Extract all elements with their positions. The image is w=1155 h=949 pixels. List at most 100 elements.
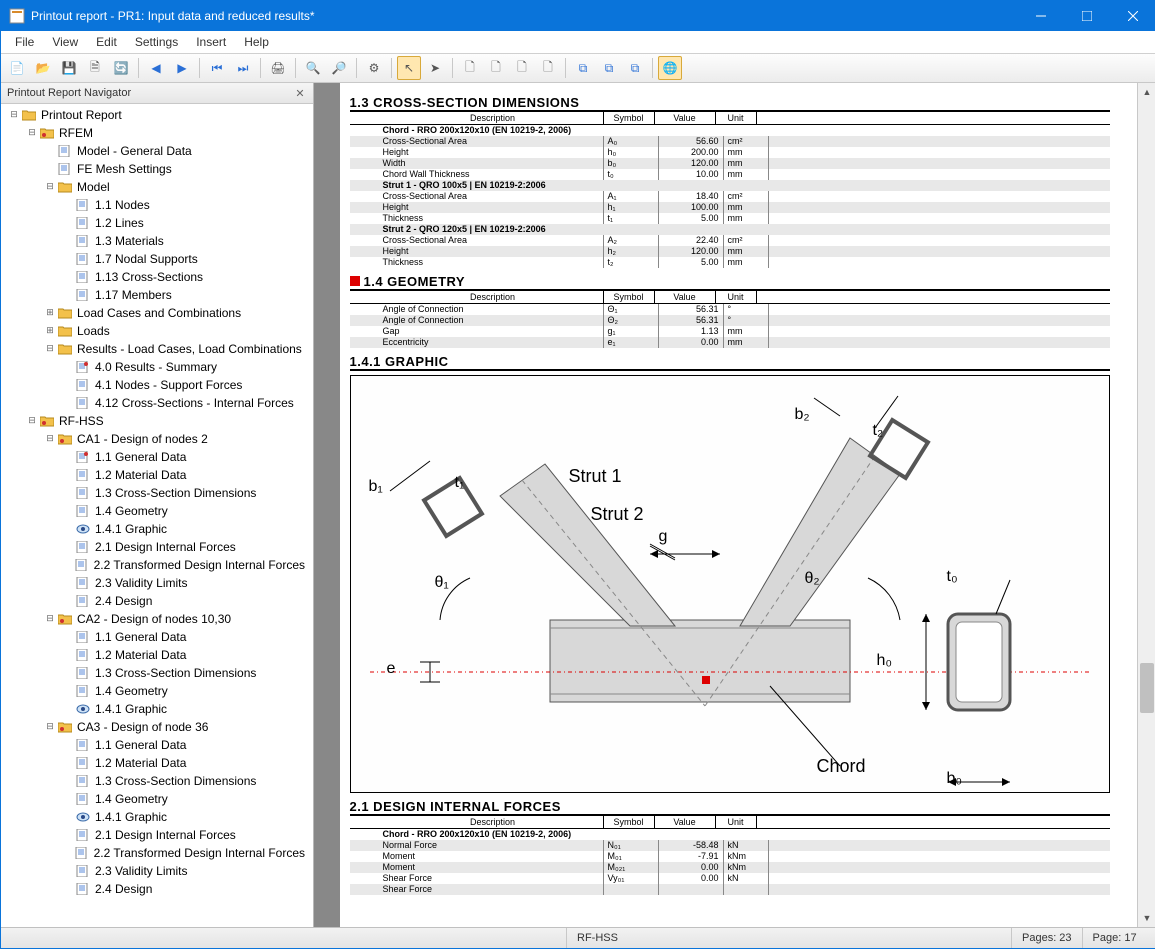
refresh-icon[interactable]: 🔄 xyxy=(109,56,133,80)
tree-toggle-icon[interactable]: ⊟ xyxy=(43,722,57,732)
tree-node[interactable]: 2.3 Validity Limits xyxy=(1,862,313,880)
label-theta1: θ₁ xyxy=(435,574,449,592)
zoom-out-icon[interactable]: 🔎 xyxy=(327,56,351,80)
doc1-icon[interactable]: 🗋 xyxy=(458,56,482,80)
tree-node[interactable]: 1.4.1 Graphic xyxy=(1,520,313,538)
tree-node[interactable]: 1.1 General Data xyxy=(1,448,313,466)
tree-node[interactable]: 4.1 Nodes - Support Forces xyxy=(1,376,313,394)
new-icon[interactable]: 📄 xyxy=(5,56,29,80)
tree-node[interactable]: 2.2 Transformed Design Internal Forces xyxy=(1,556,313,574)
tree-node[interactable]: 1.1 General Data xyxy=(1,628,313,646)
tree-view[interactable]: ⊟Printout Report⊟RFEMModel - General Dat… xyxy=(1,104,313,927)
tree-node[interactable]: ⊟RF-HSS xyxy=(1,412,313,430)
menubar: File View Edit Settings Insert Help xyxy=(1,31,1155,54)
doc-icon xyxy=(75,468,91,482)
tree-node[interactable]: 4.0 Results - Summary xyxy=(1,358,313,376)
doc-icon xyxy=(75,630,91,644)
menu-edit[interactable]: Edit xyxy=(88,33,125,51)
link1-icon[interactable]: ⧉ xyxy=(571,56,595,80)
next-icon[interactable]: ▶ xyxy=(170,56,194,80)
tree-toggle-icon[interactable]: ⊟ xyxy=(43,434,57,444)
tree-node[interactable]: ⊟RFEM xyxy=(1,124,313,142)
close-button[interactable] xyxy=(1110,1,1155,31)
vertical-scrollbar[interactable]: ▲ ▼ xyxy=(1137,83,1155,927)
prev-icon[interactable]: ◀ xyxy=(144,56,168,80)
tree-node[interactable]: ⊟Model xyxy=(1,178,313,196)
last-icon[interactable]: ⏭ xyxy=(231,56,255,80)
tree-node[interactable]: ⊟CA2 - Design of nodes 10,30 xyxy=(1,610,313,628)
tree-node[interactable]: 1.13 Cross-Sections xyxy=(1,268,313,286)
tree-node[interactable]: 2.2 Transformed Design Internal Forces xyxy=(1,844,313,862)
tree-node[interactable]: 2.4 Design xyxy=(1,592,313,610)
tree-node[interactable]: 1.3 Cross-Section Dimensions xyxy=(1,664,313,682)
tree-label: 4.12 Cross-Sections - Internal Forces xyxy=(93,396,296,410)
tree-node[interactable]: ⊞Loads xyxy=(1,322,313,340)
tree-node[interactable]: 1.4 Geometry xyxy=(1,682,313,700)
menu-file[interactable]: File xyxy=(7,33,42,51)
gear-icon[interactable]: ⚙ xyxy=(362,56,386,80)
tree-node[interactable]: 1.3 Materials xyxy=(1,232,313,250)
tree-node[interactable]: 2.4 Design xyxy=(1,880,313,898)
tree-node[interactable]: 1.2 Lines xyxy=(1,214,313,232)
tree-node[interactable]: 1.4 Geometry xyxy=(1,790,313,808)
maximize-button[interactable] xyxy=(1064,1,1110,31)
tree-node[interactable]: 1.4 Geometry xyxy=(1,502,313,520)
select-icon[interactable]: ↖ xyxy=(397,56,421,80)
menu-insert[interactable]: Insert xyxy=(188,33,234,51)
tree-toggle-icon[interactable]: ⊞ xyxy=(43,326,57,336)
tree-node[interactable]: 2.3 Validity Limits xyxy=(1,574,313,592)
tree-node[interactable]: 1.3 Cross-Section Dimensions xyxy=(1,772,313,790)
tree-node[interactable]: ⊟Printout Report xyxy=(1,106,313,124)
scrollbar-thumb[interactable] xyxy=(1140,663,1154,713)
tree-node[interactable]: FE Mesh Settings xyxy=(1,160,313,178)
doc4-icon[interactable]: 🗋 xyxy=(536,56,560,80)
tree-toggle-icon[interactable]: ⊞ xyxy=(43,308,57,318)
tree-node[interactable]: 1.3 Cross-Section Dimensions xyxy=(1,484,313,502)
tree-toggle-icon[interactable]: ⊟ xyxy=(7,110,21,120)
first-icon[interactable]: ⏮ xyxy=(205,56,229,80)
menu-settings[interactable]: Settings xyxy=(127,33,186,51)
tree-node[interactable]: Model - General Data xyxy=(1,142,313,160)
save-icon[interactable]: 💾 xyxy=(57,56,81,80)
tree-toggle-icon[interactable]: ⊟ xyxy=(43,344,57,354)
tree-node[interactable]: 1.2 Material Data xyxy=(1,466,313,484)
tree-node[interactable]: 1.4.1 Graphic xyxy=(1,700,313,718)
tree-label: FE Mesh Settings xyxy=(75,162,174,176)
globe-icon[interactable]: 🌐 xyxy=(658,56,682,80)
doc2-icon[interactable]: 🗋 xyxy=(484,56,508,80)
scroll-down-icon[interactable]: ▼ xyxy=(1138,909,1155,927)
tree-node[interactable]: ⊟Results - Load Cases, Load Combinations xyxy=(1,340,313,358)
tree-node[interactable]: 1.7 Nodal Supports xyxy=(1,250,313,268)
tree-node[interactable]: 2.1 Design Internal Forces xyxy=(1,826,313,844)
link3-icon[interactable]: ⧉ xyxy=(623,56,647,80)
tree-label: 4.1 Nodes - Support Forces xyxy=(93,378,244,392)
zoom-in-icon[interactable]: 🔍 xyxy=(301,56,325,80)
export-icon[interactable]: 🗎 xyxy=(83,56,107,80)
print-icon[interactable]: 🖨 xyxy=(266,56,290,80)
tree-node[interactable]: ⊟CA1 - Design of nodes 2 xyxy=(1,430,313,448)
tree-node[interactable]: 1.17 Members xyxy=(1,286,313,304)
titlebar: Printout report - PR1: Input data and re… xyxy=(1,1,1155,31)
tree-toggle-icon[interactable]: ⊟ xyxy=(25,416,39,426)
scroll-up-icon[interactable]: ▲ xyxy=(1138,83,1155,101)
open-icon[interactable]: 📂 xyxy=(31,56,55,80)
tree-node[interactable]: ⊞Load Cases and Combinations xyxy=(1,304,313,322)
link2-icon[interactable]: ⧉ xyxy=(597,56,621,80)
tree-toggle-icon[interactable]: ⊟ xyxy=(25,128,39,138)
pointer-icon[interactable]: ➤ xyxy=(423,56,447,80)
tree-node[interactable]: 4.12 Cross-Sections - Internal Forces xyxy=(1,394,313,412)
tree-node[interactable]: 1.4.1 Graphic xyxy=(1,808,313,826)
tree-node[interactable]: 1.2 Material Data xyxy=(1,754,313,772)
tree-node[interactable]: 1.1 General Data xyxy=(1,736,313,754)
minimize-button[interactable] xyxy=(1018,1,1064,31)
tree-node[interactable]: 1.2 Material Data xyxy=(1,646,313,664)
tree-node[interactable]: 1.1 Nodes xyxy=(1,196,313,214)
tree-toggle-icon[interactable]: ⊟ xyxy=(43,182,57,192)
menu-view[interactable]: View xyxy=(44,33,86,51)
navigator-close-icon[interactable]: ✕ xyxy=(293,86,307,100)
doc3-icon[interactable]: 🗋 xyxy=(510,56,534,80)
tree-node[interactable]: ⊟CA3 - Design of node 36 xyxy=(1,718,313,736)
menu-help[interactable]: Help xyxy=(236,33,277,51)
tree-toggle-icon[interactable]: ⊟ xyxy=(43,614,57,624)
tree-node[interactable]: 2.1 Design Internal Forces xyxy=(1,538,313,556)
